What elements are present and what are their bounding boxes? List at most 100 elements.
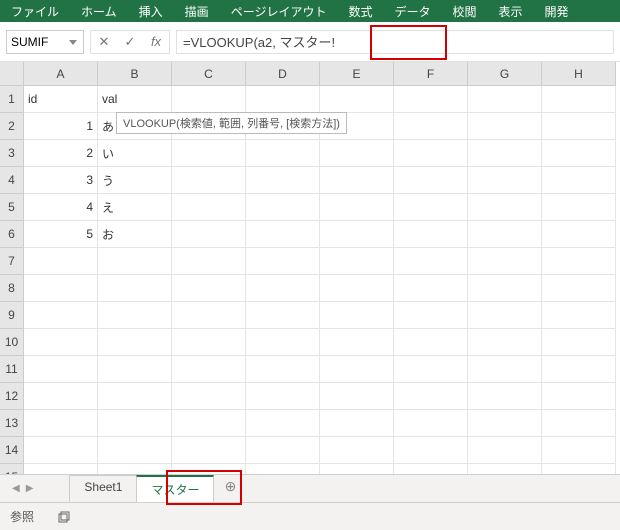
ribbon-tab-file[interactable]: ファイル xyxy=(0,0,70,22)
cell[interactable] xyxy=(542,86,616,113)
cell[interactable] xyxy=(320,329,394,356)
cell[interactable] xyxy=(394,221,468,248)
cell[interactable] xyxy=(542,194,616,221)
cell[interactable] xyxy=(468,329,542,356)
cell-b3[interactable]: い xyxy=(98,140,172,167)
row-header[interactable]: 8 xyxy=(0,275,24,302)
cell[interactable] xyxy=(468,302,542,329)
cell[interactable] xyxy=(246,221,320,248)
cell[interactable] xyxy=(542,329,616,356)
cell[interactable] xyxy=(394,113,468,140)
cell[interactable] xyxy=(542,356,616,383)
cell[interactable] xyxy=(394,167,468,194)
cell[interactable] xyxy=(98,248,172,275)
confirm-button[interactable]: ✓ xyxy=(117,31,143,53)
cell[interactable] xyxy=(542,410,616,437)
cell[interactable] xyxy=(394,140,468,167)
cell[interactable] xyxy=(98,329,172,356)
sheet-tab-sheet1[interactable]: Sheet1 xyxy=(69,475,137,502)
row-header[interactable]: 1 xyxy=(0,86,24,113)
cell[interactable] xyxy=(172,275,246,302)
cell[interactable] xyxy=(172,437,246,464)
cell[interactable] xyxy=(246,140,320,167)
column-header[interactable]: G xyxy=(468,62,542,86)
row-header[interactable]: 7 xyxy=(0,248,24,275)
cell[interactable] xyxy=(98,437,172,464)
column-header[interactable]: E xyxy=(320,62,394,86)
cell[interactable] xyxy=(320,410,394,437)
macro-record-icon[interactable] xyxy=(58,510,72,524)
tab-prev-icon[interactable]: ◀ xyxy=(12,483,20,494)
cell[interactable] xyxy=(320,221,394,248)
cell[interactable] xyxy=(320,194,394,221)
column-header[interactable]: H xyxy=(542,62,616,86)
row-header[interactable]: 3 xyxy=(0,140,24,167)
cell[interactable] xyxy=(172,329,246,356)
cell[interactable] xyxy=(172,356,246,383)
ribbon-tab-review[interactable]: 校閲 xyxy=(441,0,487,22)
row-header[interactable]: 9 xyxy=(0,302,24,329)
cell-a1[interactable]: id xyxy=(24,86,98,113)
cell[interactable] xyxy=(542,302,616,329)
cell[interactable] xyxy=(394,194,468,221)
cell[interactable] xyxy=(172,410,246,437)
cell[interactable] xyxy=(320,140,394,167)
cell[interactable] xyxy=(542,248,616,275)
cell-b6[interactable]: お xyxy=(98,221,172,248)
cell[interactable] xyxy=(320,302,394,329)
row-header[interactable]: 11 xyxy=(0,356,24,383)
cell[interactable] xyxy=(542,275,616,302)
cell[interactable] xyxy=(320,275,394,302)
cell[interactable] xyxy=(320,356,394,383)
cell[interactable] xyxy=(542,113,616,140)
cell[interactable] xyxy=(172,167,246,194)
cell[interactable] xyxy=(246,86,320,113)
cell[interactable] xyxy=(24,356,98,383)
cell[interactable] xyxy=(320,86,394,113)
cell-b4[interactable]: う xyxy=(98,167,172,194)
cell[interactable] xyxy=(98,410,172,437)
cell[interactable] xyxy=(468,140,542,167)
cell[interactable] xyxy=(24,248,98,275)
cell[interactable] xyxy=(98,302,172,329)
cell[interactable] xyxy=(24,410,98,437)
cell[interactable] xyxy=(246,248,320,275)
row-header[interactable]: 4 xyxy=(0,167,24,194)
row-header[interactable]: 2 xyxy=(0,113,24,140)
cell[interactable] xyxy=(98,356,172,383)
formula-input[interactable]: =VLOOKUP(a2, マスター! xyxy=(176,30,614,54)
row-header[interactable]: 10 xyxy=(0,329,24,356)
column-header[interactable]: B xyxy=(98,62,172,86)
column-header[interactable]: A xyxy=(24,62,98,86)
cell[interactable] xyxy=(172,221,246,248)
cell[interactable] xyxy=(394,86,468,113)
row-header[interactable]: 13 xyxy=(0,410,24,437)
cell[interactable] xyxy=(24,302,98,329)
cell-a6[interactable]: 5 xyxy=(24,221,98,248)
cell-a4[interactable]: 3 xyxy=(24,167,98,194)
cell[interactable] xyxy=(172,383,246,410)
cell[interactable] xyxy=(98,383,172,410)
cell[interactable] xyxy=(542,221,616,248)
cell[interactable] xyxy=(394,248,468,275)
ribbon-tab-home[interactable]: ホーム xyxy=(70,0,128,22)
cell[interactable] xyxy=(394,275,468,302)
cell[interactable] xyxy=(542,437,616,464)
cell[interactable] xyxy=(246,383,320,410)
cell[interactable] xyxy=(24,275,98,302)
cell[interactable] xyxy=(246,410,320,437)
cell[interactable] xyxy=(542,140,616,167)
ribbon-tab-data[interactable]: データ xyxy=(383,0,441,22)
tab-next-icon[interactable]: ▶ xyxy=(26,483,34,494)
cell[interactable] xyxy=(394,329,468,356)
cell[interactable] xyxy=(246,437,320,464)
ribbon-tab-insert[interactable]: 挿入 xyxy=(128,0,174,22)
cell[interactable] xyxy=(24,437,98,464)
cell[interactable] xyxy=(98,275,172,302)
cell[interactable] xyxy=(468,437,542,464)
cell[interactable] xyxy=(468,410,542,437)
cell-a3[interactable]: 2 xyxy=(24,140,98,167)
row-header[interactable]: 6 xyxy=(0,221,24,248)
cell[interactable] xyxy=(468,248,542,275)
cell[interactable] xyxy=(172,86,246,113)
